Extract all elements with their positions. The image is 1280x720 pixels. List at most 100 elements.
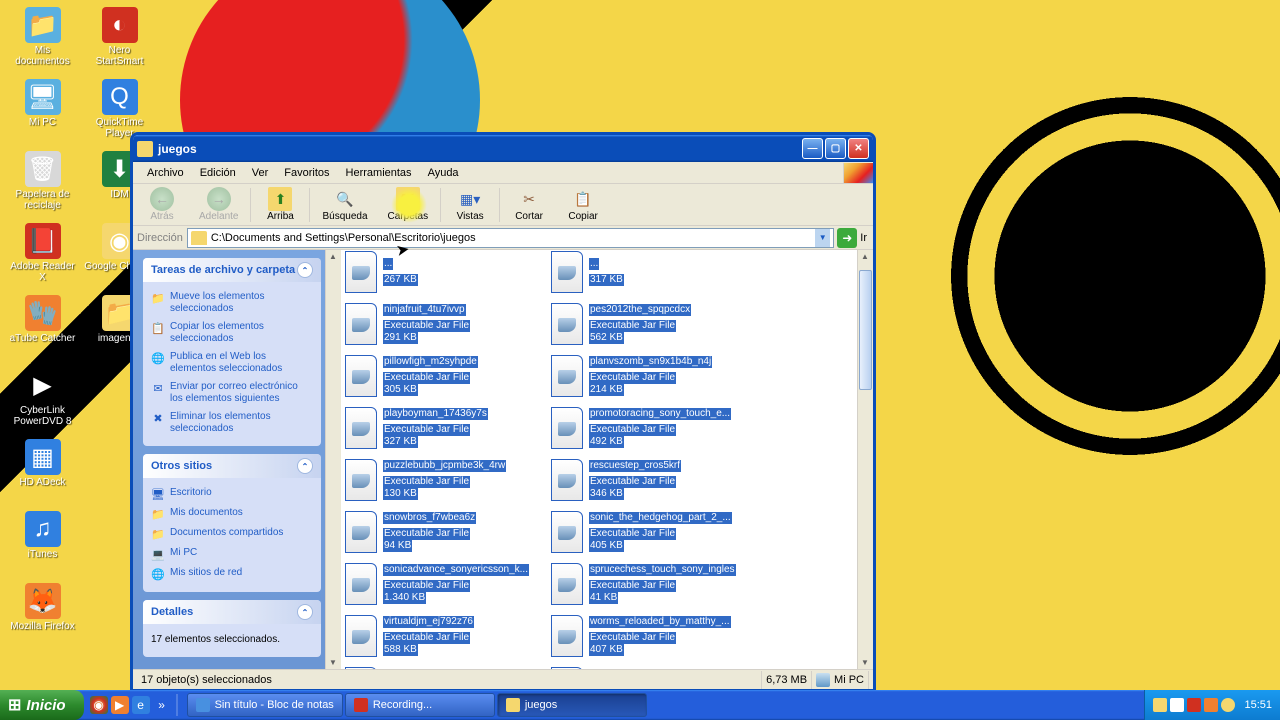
search-button[interactable]: 🔍Búsqueda xyxy=(312,185,377,225)
task-link[interactable]: ✉Enviar por correo electrónico los eleme… xyxy=(151,378,313,408)
chrome-icon[interactable]: ◉ xyxy=(90,696,108,714)
task-group-header[interactable]: Tareas de archivo y carpeta⌃ xyxy=(143,258,321,282)
desktop-icon[interactable]: 🧤aTube Catcher xyxy=(5,293,80,363)
task-text: Copiar los elementos seleccionados xyxy=(170,321,313,345)
icon-label: Mi PC xyxy=(29,117,56,128)
status-objects: 17 objeto(s) seleccionados xyxy=(137,671,762,689)
forward-button[interactable]: →Adelante xyxy=(189,185,248,225)
tray-icon[interactable] xyxy=(1204,698,1218,712)
task-link[interactable]: 📁Mis documentos xyxy=(151,504,313,524)
menu-archivo[interactable]: Archivo xyxy=(139,164,192,182)
file-item[interactable]: promotoracing_sony_touch_e...Executable … xyxy=(551,404,751,452)
file-item[interactable]: puzzlebubb_jcpmbe3k_4rwExecutable Jar Fi… xyxy=(345,456,545,504)
cut-button[interactable]: ✂Cortar xyxy=(502,185,556,225)
maximize-button[interactable]: ▢ xyxy=(825,138,846,159)
clock[interactable]: 15:51 xyxy=(1244,699,1272,711)
task-icon: 📁 xyxy=(151,527,165,541)
status-location: Mi PC xyxy=(812,671,869,689)
back-button[interactable]: ←Atrás xyxy=(135,185,189,225)
tray-icon[interactable] xyxy=(1170,698,1184,712)
task-app-icon xyxy=(196,698,210,712)
scrollbar[interactable] xyxy=(857,250,873,669)
computer-icon xyxy=(816,673,830,687)
file-size: 291 KB xyxy=(383,332,418,344)
copy-button[interactable]: 📋Copiar xyxy=(556,185,610,225)
file-item[interactable]: planvszomb_sn9x1b4b_n4jExecutable Jar Fi… xyxy=(551,352,751,400)
task-group-header[interactable]: Detalles⌃ xyxy=(143,600,321,624)
desktop-icon[interactable]: ♫iTunes xyxy=(5,509,80,579)
menu-ayuda[interactable]: Ayuda xyxy=(420,164,467,182)
task-link[interactable]: 📁Mueve los elementos seleccionados xyxy=(151,288,313,318)
menu-herramientas[interactable]: Herramientas xyxy=(338,164,420,182)
file-name: pillowfigh_m2syhpde xyxy=(383,356,478,368)
file-item[interactable]: pes2012the_spqpcdcxExecutable Jar File56… xyxy=(551,300,751,348)
file-name: playboyman_17436y7s xyxy=(383,408,488,420)
scrollbar-thumb[interactable] xyxy=(859,270,872,390)
scrollbar[interactable] xyxy=(325,250,341,669)
folders-button[interactable]: 📁Carpetas xyxy=(378,185,439,225)
task-link[interactable]: ✖Eliminar los elementos seleccionados xyxy=(151,408,313,438)
file-item[interactable]: worms_reloaded_by_matthy_...Executable J… xyxy=(551,612,751,660)
desktop-icon[interactable]: 🖥Mi PC xyxy=(5,77,80,147)
address-field[interactable]: ▼ xyxy=(187,228,834,248)
task-link[interactable]: 🖥Escritorio xyxy=(151,484,313,504)
address-input[interactable] xyxy=(211,232,815,244)
task-link[interactable]: 📁Documentos compartidos xyxy=(151,524,313,544)
menu-ver[interactable]: Ver xyxy=(244,164,277,182)
file-item[interactable]: virtualdjm_ej792z76Executable Jar File58… xyxy=(345,612,545,660)
show-desktop-icon[interactable]: » xyxy=(153,696,171,714)
window-titlebar[interactable]: juegos — ▢ ✕ xyxy=(133,135,873,162)
task-label: Sin título - Bloc de notas xyxy=(215,699,334,711)
file-item[interactable]: playboyman_17436y7sExecutable Jar File32… xyxy=(345,404,545,452)
task-label: juegos xyxy=(525,699,557,711)
tray-icon[interactable] xyxy=(1153,698,1167,712)
views-button[interactable]: ▦▾Vistas xyxy=(443,185,497,225)
ie-icon[interactable]: e xyxy=(132,696,150,714)
file-item[interactable]: askadam_941rzq7cExecutable Jar File xyxy=(345,664,545,669)
desktop-icon[interactable]: ▦HD ADeck xyxy=(5,437,80,507)
file-type: Executable Jar File xyxy=(589,476,676,488)
desktop-icon[interactable]: 🗑Papelera de reciclaje xyxy=(5,149,80,219)
task-link[interactable]: 💻Mi PC xyxy=(151,544,313,564)
file-item[interactable]: sprucechess_touch_sony_inglesExecutable … xyxy=(551,560,751,608)
file-item[interactable]: playboy-te_vvvahyxlExecutable Jar File xyxy=(551,664,751,669)
file-item[interactable]: ...317 KB xyxy=(551,250,751,296)
file-item[interactable]: ...267 KB xyxy=(345,250,545,296)
up-button[interactable]: ⬆Arriba xyxy=(253,185,307,225)
desktop-icon[interactable]: 🦊Mozilla Firefox xyxy=(5,581,80,651)
go-button[interactable]: ➜ xyxy=(837,228,857,248)
file-list-pane[interactable]: ...267 KBninjafruit_4tu7ivvpExecutable J… xyxy=(341,250,873,669)
desktop-icon[interactable]: 📕Adobe Reader X xyxy=(5,221,80,291)
task-link[interactable]: 🌐Mis sitios de red xyxy=(151,564,313,584)
minimize-button[interactable]: — xyxy=(802,138,823,159)
file-name: planvszomb_sn9x1b4b_n4j xyxy=(589,356,712,368)
task-link[interactable]: 📋Copiar los elementos seleccionados xyxy=(151,318,313,348)
file-item[interactable]: sonicadvance_sonyericsson_k...Executable… xyxy=(345,560,545,608)
tray-icon[interactable] xyxy=(1221,698,1235,712)
menu-favoritos[interactable]: Favoritos xyxy=(276,164,337,182)
file-item[interactable]: pillowfigh_m2syhpdeExecutable Jar File30… xyxy=(345,352,545,400)
task-text: Mi PC xyxy=(170,547,197,559)
task-icon: 📁 xyxy=(151,291,165,305)
task-group-header[interactable]: Otros sitios⌃ xyxy=(143,454,321,478)
menu-edicion[interactable]: Edición xyxy=(192,164,244,182)
task-app-icon xyxy=(354,698,368,712)
close-button[interactable]: ✕ xyxy=(848,138,869,159)
file-item[interactable]: sonic_the_hedgehog_part_2_...Executable … xyxy=(551,508,751,556)
file-item[interactable]: snowbros_f7wbea6zExecutable Jar File94 K… xyxy=(345,508,545,556)
task-link[interactable]: 🌐Publica en el Web los elementos selecci… xyxy=(151,348,313,378)
file-item[interactable]: ninjafruit_4tu7ivvpExecutable Jar File29… xyxy=(345,300,545,348)
taskbar-task[interactable]: Sin título - Bloc de notas xyxy=(187,693,343,717)
file-name: pes2012the_spqpcdcx xyxy=(589,304,691,316)
desktop-icon[interactable]: ◐Nero StartSmart xyxy=(82,5,157,75)
file-item[interactable]: rescuestep_cros5krfExecutable Jar File34… xyxy=(551,456,751,504)
taskbar-task[interactable]: juegos xyxy=(497,693,647,717)
jar-file-icon xyxy=(551,511,583,553)
taskbar-task[interactable]: Recording... xyxy=(345,693,495,717)
tray-icon[interactable] xyxy=(1187,698,1201,712)
address-dropdown[interactable]: ▼ xyxy=(815,229,830,247)
desktop-icon[interactable]: 📁Mis documentos xyxy=(5,5,80,75)
desktop-icon[interactable]: ▶CyberLink PowerDVD 8 xyxy=(5,365,80,435)
start-button[interactable]: Inicio xyxy=(0,690,84,720)
media-player-icon[interactable]: ▶ xyxy=(111,696,129,714)
